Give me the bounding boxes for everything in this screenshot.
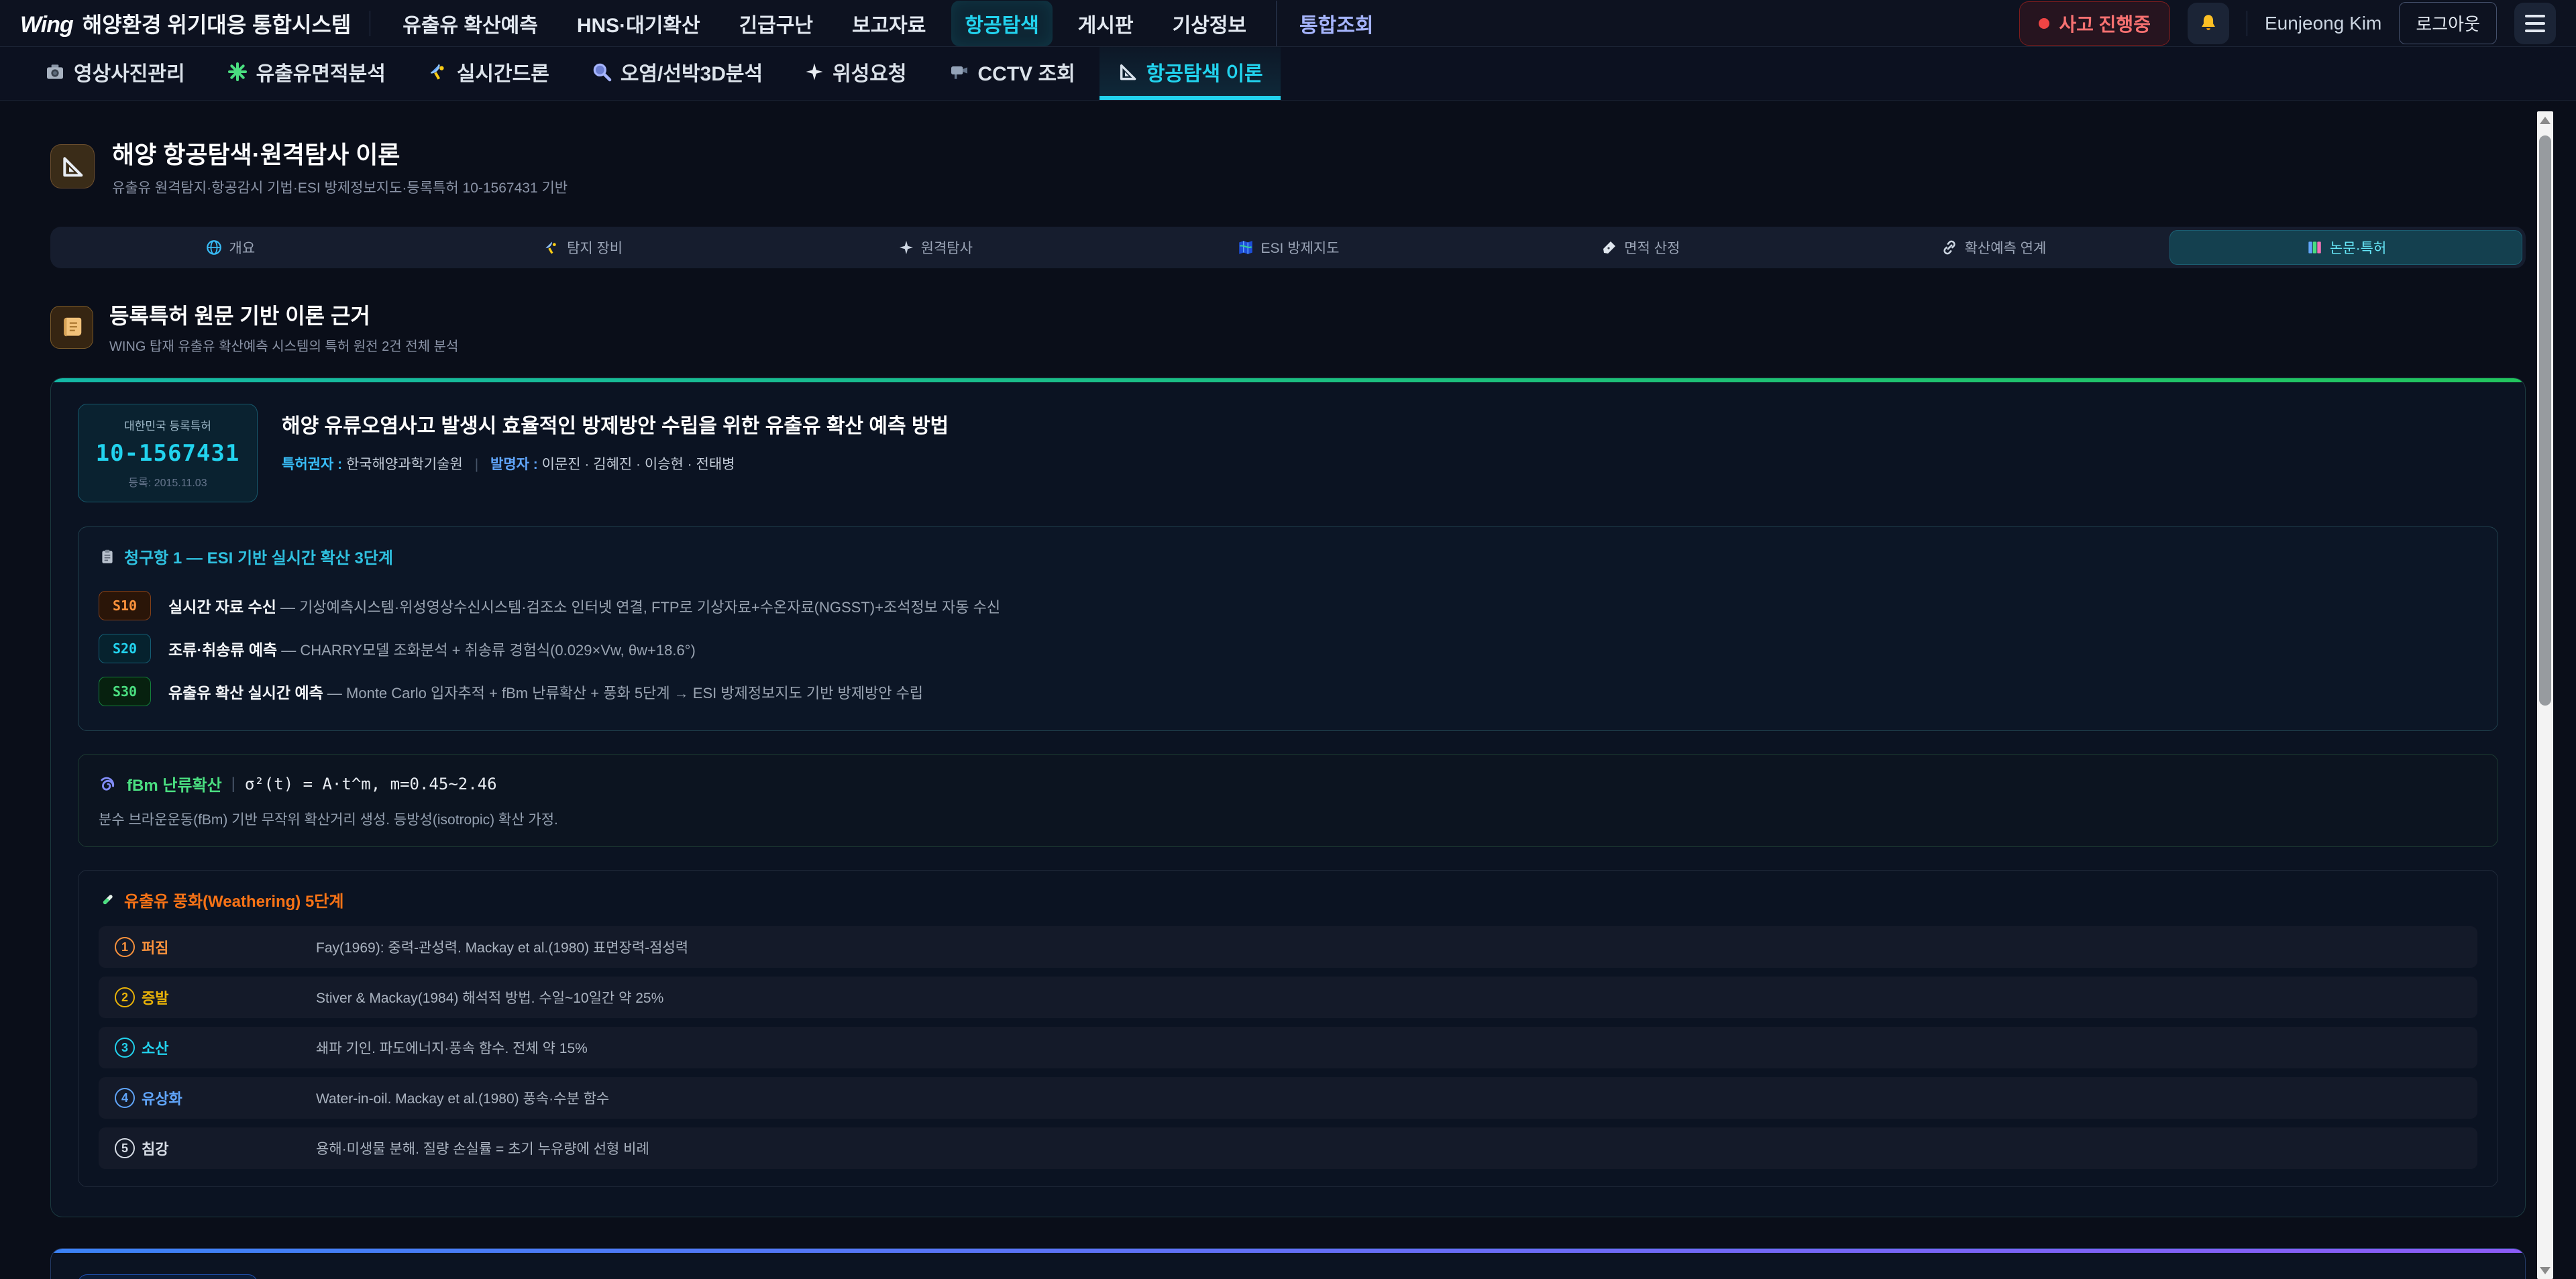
cctv-camera-icon [949,61,970,82]
satellite-dish-icon [543,239,560,256]
weathering-header: 유출유 풍화(Weathering) 5단계 [124,888,343,911]
patent-meta: 특허권자 : 한국해양과학기술원 | 발명자 : 이문진 · 김혜진 · 이승현… [282,453,949,474]
patent-card-1: 대한민국 등록특허 10-1567431 등록: 2015.11.03 해양 유… [50,378,2526,1217]
hamburger-icon [2525,15,2545,32]
clipboard-icon [99,548,116,565]
tab-papers-patents[interactable]: 논문·특허 [2169,230,2522,265]
map-icon [1237,239,1254,256]
patent-card-2: 대한민국 등록특허 10-1868791 등록: 2018.06.12 유출유(… [50,1248,2526,1279]
claim-step: S30 유출유 확산 실시간 예측 — Monte Carlo 입자추적 + f… [99,670,2477,713]
fbm-box: fBm 난류확산 | σ²(t) = A·t^m, m=0.45~2.46 분수… [78,754,2498,847]
nav-item-reports[interactable]: 보고자료 [839,1,939,46]
set-square-icon [59,153,86,180]
incident-dot-icon [2039,18,2049,29]
claims-header: 청구항 1 — ESI 기반 실시간 확산 3단계 [124,545,393,568]
page-header: 해양 항공탐색·원격탐사 이론 유출유 원격탐지·항공감시 기법·ESI 방제정… [50,135,2526,197]
weathering-box: 유출유 풍화(Weathering) 5단계 1퍼짐 Fay(1969): 중력… [78,870,2498,1187]
section-subtitle: WING 탑재 유출유 확산예측 시스템의 특허 원전 2건 전체 분석 [109,335,458,355]
weathering-row: 3소산 쇄파 기인. 파도에너지·풍속 함수. 전체 약 15% [99,1027,2477,1068]
section-title: 등록특허 원문 기반 이론 근거 [109,299,458,330]
subtab-satellite-request[interactable]: 위성요청 [787,47,924,100]
weathering-row: 5침강 용해·미생물 분해. 질량 손실률 = 초기 누유량에 선형 비례 [99,1127,2477,1169]
app-title: 해양환경 위기대응 통합시스템 [83,8,352,39]
bell-icon [2197,12,2220,35]
fbm-label: fBm 난류확산 [127,772,222,795]
user-name: Eunjeong Kim [2265,13,2381,34]
tab-overview[interactable]: 개요 [54,230,407,265]
scrollbar-up-arrow[interactable] [2537,111,2553,129]
patent-title: 해양 유류오염사고 발생시 효율적인 방제방안 수립을 위한 유출유 확산 예측… [282,409,949,439]
weathering-row: 1퍼짐 Fay(1969): 중력-관성력. Mackay et al.(198… [99,926,2477,968]
nav-item-board[interactable]: 게시판 [1065,1,1147,46]
nav-item-integrated-search[interactable]: 통합조회 [1276,1,1387,46]
fbm-formula: σ²(t) = A·t^m, m=0.45~2.46 [245,775,497,793]
nav-item-weather[interactable]: 기상정보 [1159,1,1260,46]
logo-mark: Wing [20,12,73,38]
nav-item-aerial-search[interactable]: 항공탐색 [951,1,1052,46]
subtab-aerial-theory[interactable]: 항공탐색 이론 [1099,47,1281,100]
incident-status-badge: 사고 진행중 [2019,1,2170,46]
app-logo: Wing 해양환경 위기대응 통합시스템 [20,8,351,39]
satellite-dish-icon [427,61,449,82]
patent-number-badge: 대한민국 등록특허 10-1567431 등록: 2015.11.03 [78,404,258,502]
main-content: 해양 항공탐색·원격탐사 이론 유출유 원격탐지·항공감시 기법·ESI 방제정… [0,101,2576,1279]
page-icon-box [50,144,95,188]
tab-area-calculation[interactable]: 면적 산정 [1464,230,1817,265]
notifications-button[interactable] [2188,3,2229,44]
test-tube-icon [99,891,116,909]
fbm-description: 분수 브라운운동(fBm) 기반 무작위 확산거리 생성. 등방성(isotro… [99,809,2477,829]
camera-icon [44,61,66,82]
top-bar: Wing 해양환경 위기대응 통합시스템 유출유 확산예측 HNS·대기확산 긴… [0,0,2576,47]
section-icon-box [50,306,93,349]
globe-icon [205,239,223,256]
page-subtitle: 유출유 원격탐지·항공감시 기법·ESI 방제정보지도·등록특허 10-1567… [112,177,568,197]
patent-registration-date: 등록: 2015.11.03 [93,474,242,490]
spiral-icon [99,775,117,793]
subtab-oil-area-analysis[interactable]: 유출유면적분석 [209,47,403,100]
green-burst-icon [227,61,248,82]
nav-item-hns[interactable]: HNS·대기확산 [564,1,714,46]
sparkle-icon [804,62,824,82]
claim-step: S20 조류·취송류 예측 — CHARRY모델 조화분석 + 취송류 경험식(… [99,627,2477,670]
scrollbar-thumb[interactable] [2539,135,2551,706]
patent-number: 10-1567431 [93,440,242,467]
scrollbar-down-arrow[interactable] [2537,1262,2553,1279]
magnifier-icon [591,61,612,82]
page-title: 해양 항공탐색·원격탐사 이론 [112,135,568,170]
tab-detection-equipment[interactable]: 탐지 장비 [407,230,759,265]
bookmark-tabs-icon [2306,239,2323,256]
link-icon [1941,239,1958,256]
tab-remote-sensing[interactable]: 원격탐사 [759,230,1112,265]
incident-label: 사고 진행중 [2059,10,2151,37]
sparkle-icon [898,239,914,256]
menu-button[interactable] [2514,3,2556,44]
vertical-scrollbar[interactable] [2537,111,2553,1279]
subtab-cctv[interactable]: CCTV 조회 [931,47,1093,100]
claim-step: S10 실시간 자료 수신 — 기상예측시스템·위성영상수신시스템·검조소 인터… [99,584,2477,627]
nav-item-spill-forecast[interactable]: 유출유 확산예측 [389,1,551,46]
subtab-3d-analysis[interactable]: 오염/선박3D분석 [574,47,780,100]
patent-number-badge: 대한민국 등록특허 10-1868791 등록: 2018.06.12 [78,1274,258,1279]
scroll-icon [59,315,85,340]
nav-item-rescue[interactable]: 긴급구난 [726,1,826,46]
tab-forecast-link[interactable]: 확산예측 연계 [1817,230,2170,265]
pen-nib-icon [1601,239,1617,256]
weathering-row: 4유상화 Water-in-oil. Mackay et al.(1980) 풍… [99,1077,2477,1119]
main-nav: 유출유 확산예측 HNS·대기확산 긴급구난 보고자료 항공탐색 게시판 기상정… [389,1,2000,46]
subtab-realtime-drone[interactable]: 실시간드론 [410,47,567,100]
top-bar-right: 사고 진행중 Eunjeong Kim 로그아웃 [2019,1,2556,46]
tab-esi-map[interactable]: ESI 방제지도 [1112,230,1464,265]
sub-nav: 영상사진관리 유출유면적분석 실시간드론 오염/선박3D분석 위성요청 CCTV… [0,47,2576,101]
theory-tab-bar: 개요 탐지 장비 원격탐사 ESI 방제지도 면적 산정 확산예측 연계 논문·… [50,227,2526,268]
subtab-photo-management[interactable]: 영상사진관리 [27,47,203,100]
weathering-row: 2증발 Stiver & Mackay(1984) 해석적 방법. 수일~10일… [99,977,2477,1018]
set-square-icon [1117,61,1138,82]
claims-box: 청구항 1 — ESI 기반 실시간 확산 3단계 S10 실시간 자료 수신 … [78,526,2498,731]
section-header: 등록특허 원문 기반 이론 근거 WING 탑재 유출유 확산예측 시스템의 특… [50,299,2526,355]
logout-button[interactable]: 로그아웃 [2399,2,2497,44]
